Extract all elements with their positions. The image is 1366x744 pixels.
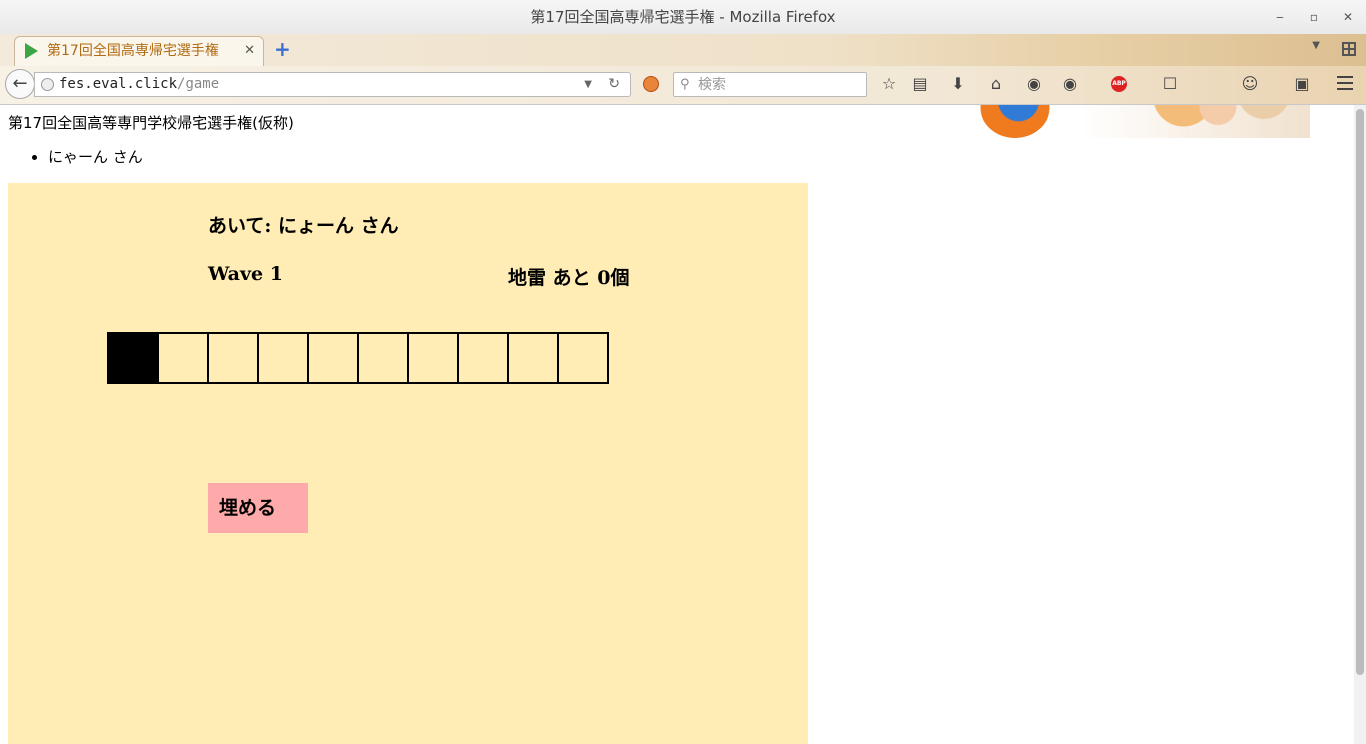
- play-icon: [25, 43, 38, 59]
- download-icon[interactable]: ⬇: [948, 74, 968, 94]
- bury-button[interactable]: 埋める: [208, 483, 308, 533]
- page-content: 第17回全国高等専門学校帰宅選手権(仮称) にゃーん さん あいて: にょーん …: [0, 105, 1354, 744]
- board-cell[interactable]: [257, 332, 309, 384]
- minimize-icon[interactable]: ‒: [1272, 9, 1288, 25]
- tab-groups-icon[interactable]: [1342, 42, 1356, 56]
- window-title: 第17回全国高専帰宅選手権 - Mozilla Firefox: [530, 8, 836, 26]
- close-icon[interactable]: ✕: [1340, 9, 1356, 25]
- tab-active[interactable]: 第17回全国高専帰宅選手権 ✕: [14, 36, 264, 66]
- scrollbar-thumb[interactable]: [1356, 109, 1364, 675]
- maximize-icon[interactable]: ▫: [1306, 9, 1322, 25]
- search-bar[interactable]: ⚲: [673, 72, 867, 97]
- url-path: /game: [177, 76, 220, 92]
- board-cell[interactable]: [507, 332, 559, 384]
- noscript-icon[interactable]: [643, 76, 659, 92]
- menu-icon[interactable]: [1337, 76, 1353, 90]
- tabs-dropdown-icon[interactable]: ▼: [1312, 40, 1320, 51]
- sync-icon[interactable]: ◉: [1024, 74, 1044, 94]
- adblock-plus-icon[interactable]: ABP: [1111, 76, 1127, 92]
- back-arrow-icon: ←: [12, 73, 28, 94]
- tab-label: 第17回全国高専帰宅選手権: [47, 43, 219, 59]
- extension-icon[interactable]: ☺: [1240, 74, 1260, 94]
- game-area: あいて: にょーん さん Wave 1 地雷 あと 0個 埋める: [8, 183, 808, 744]
- player-list: にゃーん さん: [8, 147, 143, 167]
- addon-icon[interactable]: ◉: [1060, 74, 1080, 94]
- board-cell[interactable]: [207, 332, 259, 384]
- page-title: 第17回全国高等専門学校帰宅選手権(仮称): [8, 114, 294, 132]
- window-titlebar: 第17回全国高専帰宅選手権 - Mozilla Firefox ‒ ▫ ✕: [0, 0, 1366, 34]
- vertical-scrollbar[interactable]: [1354, 105, 1366, 744]
- board-cell[interactable]: [407, 332, 459, 384]
- mines-remaining-label: 地雷 あと 0個: [508, 267, 630, 289]
- board-cell[interactable]: [107, 332, 159, 384]
- wave-label: Wave 1: [208, 263, 283, 285]
- lock-icon[interactable]: ☐: [1160, 74, 1180, 94]
- tab-close-icon[interactable]: ✕: [244, 37, 255, 65]
- search-icon: ⚲: [680, 77, 690, 92]
- reading-list-icon[interactable]: ▤: [910, 74, 930, 94]
- bookmark-star-icon[interactable]: ☆: [879, 74, 899, 94]
- site-info-icon[interactable]: [41, 78, 54, 91]
- url-history-dropdown-icon[interactable]: ▼: [584, 73, 592, 96]
- board-cell[interactable]: [357, 332, 409, 384]
- reload-icon[interactable]: ↻: [608, 73, 620, 96]
- new-tab-button[interactable]: +: [274, 38, 291, 60]
- url-bar[interactable]: fes.eval.click/game ▼ ↻: [34, 72, 631, 97]
- back-button[interactable]: ←: [5, 69, 35, 99]
- opponent-label: あいて: にょーん さん: [208, 215, 399, 237]
- screenshot-icon[interactable]: ▣: [1292, 74, 1312, 94]
- tab-strip: 第17回全国高専帰宅選手権 ✕ + ▼: [0, 34, 1366, 138]
- player-list-item: にゃーん さん: [48, 147, 143, 167]
- navigation-toolbar: ← fes.eval.click/game ▼ ↻ ⚲ ☆ ▤ ⬇ ⌂ ◉ ◉ …: [0, 66, 1366, 105]
- game-board: [107, 332, 609, 384]
- url-text[interactable]: fes.eval.click/game: [59, 73, 219, 96]
- search-input[interactable]: [698, 75, 858, 94]
- home-icon[interactable]: ⌂: [986, 74, 1006, 94]
- board-cell[interactable]: [307, 332, 359, 384]
- board-cell[interactable]: [457, 332, 509, 384]
- board-cell[interactable]: [557, 332, 609, 384]
- url-host: fes.eval.click: [59, 76, 178, 92]
- board-cell[interactable]: [157, 332, 209, 384]
